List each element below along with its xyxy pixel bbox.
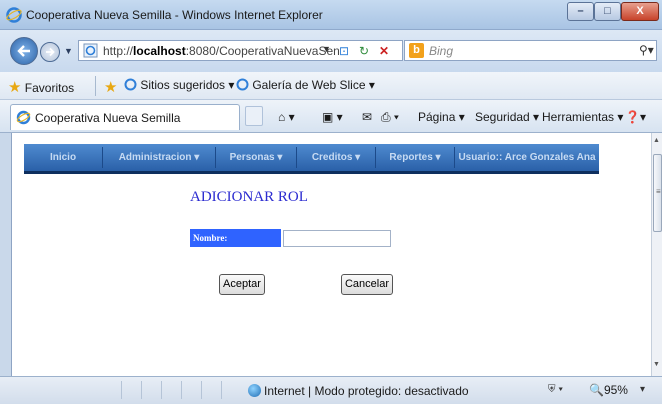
url-text[interactable]: http://localhost:8080/CooperativaNuevaSe… (103, 44, 340, 58)
forward-button[interactable] (40, 42, 60, 62)
home-icon[interactable]: ⌂ ▾ (278, 110, 295, 124)
menu-personas[interactable]: Personas ▾ (216, 144, 296, 171)
close-button[interactable]: X (621, 2, 659, 21)
menu-creditos[interactable]: Creditos ▾ (297, 144, 375, 171)
menu-inicio[interactable]: Inicio (24, 144, 102, 171)
separator (95, 76, 96, 96)
protected-mode-icon[interactable]: ⛨ ▾ (548, 384, 563, 395)
scroll-thumb[interactable]: ≡ (653, 154, 662, 232)
mail-icon[interactable]: ✉ (362, 110, 372, 124)
forward-arrow-icon (46, 47, 55, 57)
internet-explorer-icon (6, 7, 22, 23)
menu-usuario[interactable]: Usuario:: Arce Gonzales Ana (455, 144, 599, 171)
menu-bar-shadow (24, 171, 599, 174)
favorites-button[interactable]: ★ Favoritos (8, 78, 74, 96)
galeria-web-slice-link[interactable]: Galería de Web Slice ▾ (236, 78, 375, 92)
add-favorites-icon[interactable]: ★ (104, 78, 117, 96)
feeds-icon[interactable]: ▣ ▾ (322, 110, 343, 124)
ie-page-icon (236, 78, 249, 91)
search-field[interactable]: b Bing ⚲▾ (404, 40, 657, 61)
ie-page-icon (124, 78, 137, 91)
zoom-level[interactable]: 🔍95% (589, 383, 628, 397)
scroll-down-icon[interactable]: ▼ (653, 361, 660, 368)
security-zone-text[interactable]: Internet | Modo protegido: desactivado (264, 384, 469, 398)
status-divider (121, 381, 122, 399)
status-divider (221, 381, 222, 399)
page-content: Inicio Administracion ▾ Personas ▾ Credi… (11, 133, 651, 376)
status-bar: Internet | Modo protegido: desactivado ⛨… (0, 376, 662, 404)
nombre-input[interactable] (283, 230, 391, 247)
command-bar: Cooperativa Nueva Semilla ⌂ ▾ ▣ ▾ ✉ ⎙ ▾ … (0, 100, 662, 133)
favorites-star-icon: ★ (8, 79, 22, 96)
compatibility-view-icon[interactable]: ⊡ (336, 44, 352, 58)
status-divider (201, 381, 202, 399)
favorites-bar: ★ Favoritos ★ Sitios sugeridos ▾ Galería… (0, 72, 662, 100)
seguridad-menu[interactable]: Seguridad ▾ (475, 110, 539, 124)
internet-explorer-icon (16, 110, 31, 125)
grip-icon: ≡ (656, 187, 661, 196)
window-titlebar: Cooperativa Nueva Semilla - Windows Inte… (0, 0, 662, 30)
vertical-scrollbar[interactable]: ▲ ≡ ▼ (651, 133, 662, 376)
search-icon[interactable]: ⚲▾ (639, 43, 654, 57)
new-tab-button[interactable] (245, 106, 263, 126)
nombre-label: Nombre: (190, 229, 281, 247)
print-icon[interactable]: ⎙ ▾ (381, 110, 399, 125)
page-title: ADICIONAR ROL (190, 189, 308, 205)
app-menu-bar: Inicio Administracion ▾ Personas ▾ Credi… (24, 144, 599, 171)
bing-icon: b (409, 43, 424, 58)
window-title: Cooperativa Nueva Semilla - Windows Inte… (26, 8, 323, 22)
stop-icon[interactable]: ✕ (376, 44, 392, 58)
accept-button[interactable]: Aceptar (219, 274, 265, 295)
history-dropdown-icon[interactable]: ▼ (64, 46, 73, 56)
internet-zone-icon (248, 384, 261, 397)
tab-cooperativa[interactable]: Cooperativa Nueva Semilla (10, 104, 240, 130)
scroll-up-icon[interactable]: ▲ (653, 137, 660, 144)
sitios-sugeridos-link[interactable]: Sitios sugeridos ▾ (124, 78, 234, 92)
url-field[interactable]: http://localhost:8080/CooperativaNuevaSe… (78, 40, 403, 61)
refresh-icon[interactable]: ↻ (356, 44, 372, 58)
cancel-button[interactable]: Cancelar (341, 274, 393, 295)
minimize-button[interactable]: – (567, 2, 594, 21)
pagina-menu[interactable]: Página ▾ (418, 110, 465, 124)
back-arrow-icon (17, 45, 30, 57)
menu-administracion[interactable]: Administracion ▾ (103, 144, 215, 171)
address-toolbar: ▼ http://localhost:8080/CooperativaNueva… (0, 30, 662, 72)
menu-reportes[interactable]: Reportes ▾ (376, 144, 454, 171)
tab-label: Cooperativa Nueva Semilla (35, 111, 181, 125)
back-button[interactable] (10, 37, 38, 65)
status-divider (161, 381, 162, 399)
herramientas-menu[interactable]: Herramientas ▾ (542, 110, 623, 124)
search-placeholder[interactable]: Bing (429, 44, 453, 58)
status-divider (181, 381, 182, 399)
maximize-button[interactable]: □ (594, 2, 621, 21)
page-icon (83, 43, 98, 58)
help-icon[interactable]: ❓▾ (625, 110, 646, 124)
zoom-dropdown-icon[interactable]: ▾ (640, 384, 645, 395)
url-dropdown-icon[interactable]: ▼ (322, 44, 331, 54)
status-divider (141, 381, 142, 399)
